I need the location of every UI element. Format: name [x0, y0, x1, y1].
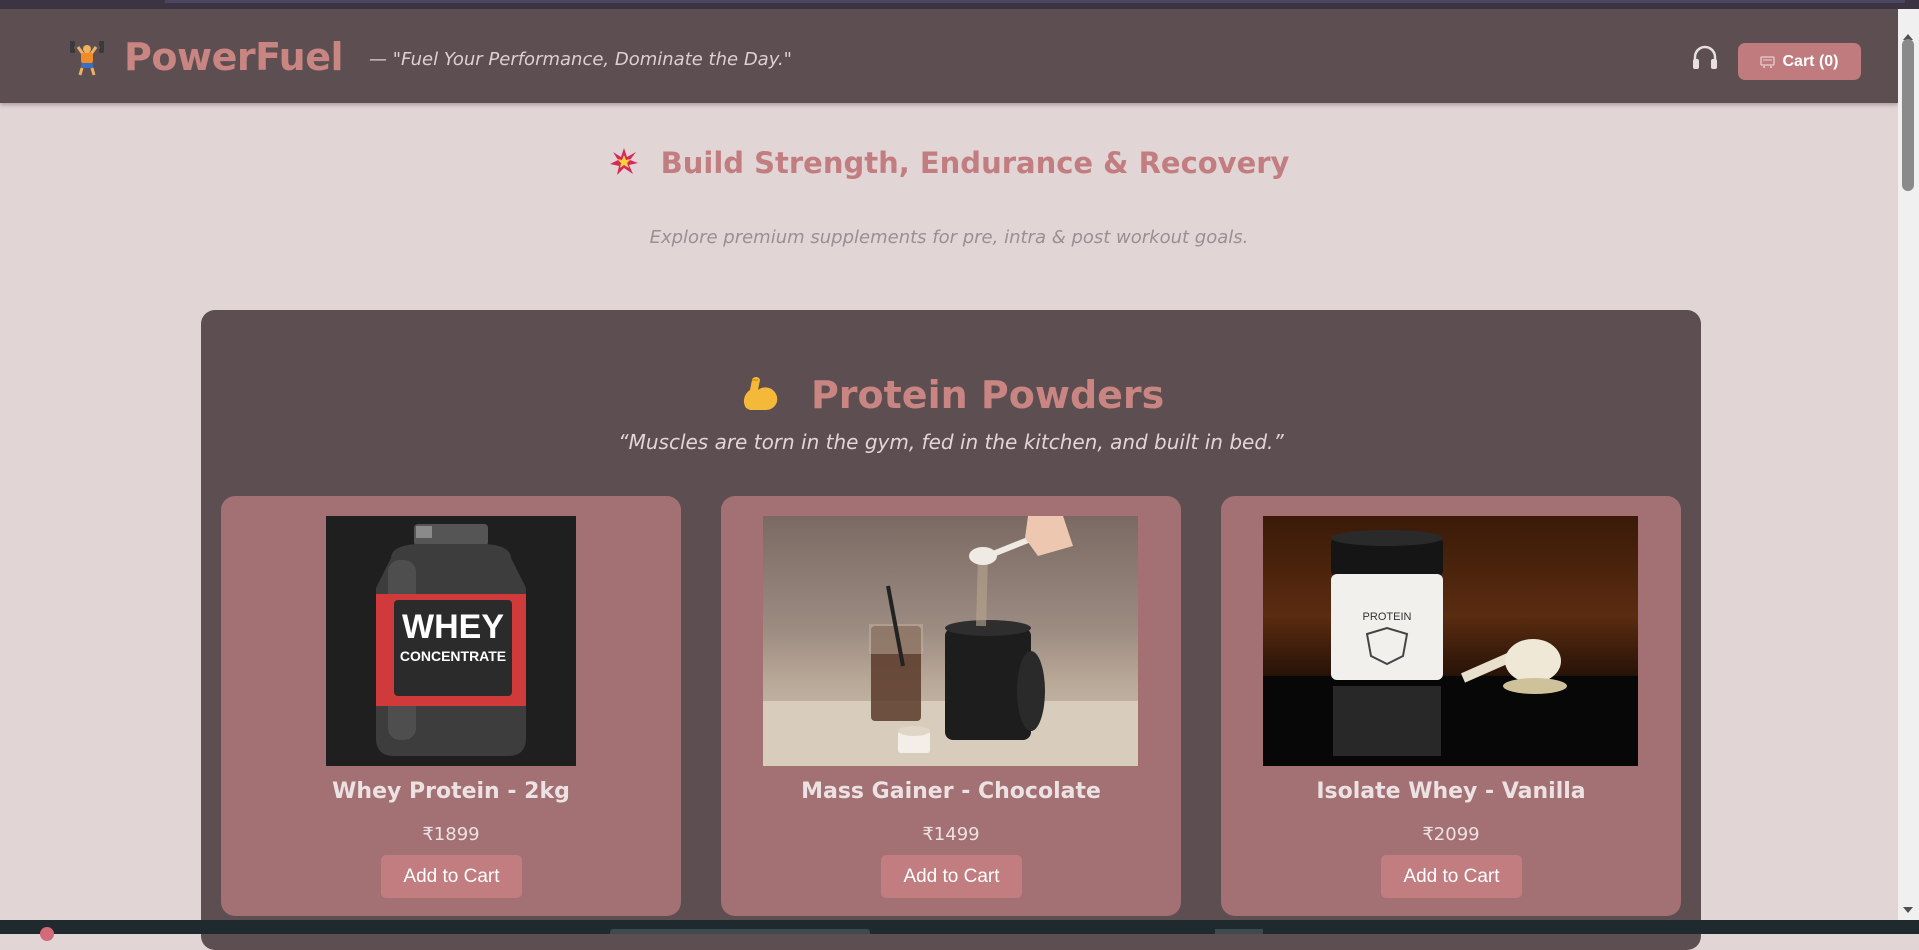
isolate-jar-photo: PROTEIN	[1263, 530, 1638, 766]
product-name[interactable]: Whey Protein - 2kg	[221, 779, 681, 804]
product-price: ₹2099	[1422, 824, 1480, 845]
whey-tub-image: WHEY CONCENTRATE	[376, 524, 526, 756]
site-header: PowerFuel — "Fuel Your Performance, Domi…	[0, 9, 1898, 103]
product-name[interactable]: Mass Gainer - Chocolate	[721, 779, 1181, 804]
cart-label: Cart (0)	[1782, 52, 1839, 70]
product-price: ₹1499	[922, 824, 980, 845]
protein-powders-section: Protein Powders “Muscles are torn in the…	[201, 310, 1701, 950]
taskbar-app-icon[interactable]	[40, 927, 54, 941]
product-image[interactable]: PROTEIN	[1263, 516, 1638, 766]
section-quote: “Muscles are torn in the gym, fed in the…	[618, 430, 1284, 454]
add-to-cart-button[interactable]: Add to Cart	[1381, 855, 1522, 898]
add-to-cart-button[interactable]: Add to Cart	[381, 855, 522, 898]
burst-icon	[609, 148, 638, 175]
taskbar-item[interactable]	[1215, 929, 1263, 934]
jar-label-protein: PROTEIN	[1363, 611, 1412, 623]
scrollbar-thumb[interactable]	[1902, 39, 1914, 191]
cart-icon	[1760, 55, 1776, 68]
product-name[interactable]: Isolate Whey - Vanilla	[1221, 779, 1681, 804]
product-card: Mass Gainer - Chocolate ₹1499 Add to Car…	[721, 496, 1181, 916]
brand-name[interactable]: PowerFuel	[124, 35, 344, 79]
headset-icon[interactable]	[1690, 43, 1720, 73]
tub-label-whey: WHEY	[402, 608, 504, 646]
browser-top-strip	[0, 0, 1919, 9]
add-to-cart-button[interactable]: Add to Cart	[881, 855, 1022, 898]
product-card: PROTEIN Isolate Whey - Vanilla ₹2099 Add…	[1221, 496, 1681, 916]
product-image[interactable]	[763, 516, 1138, 766]
tagline: — "Fuel Your Performance, Dominate the D…	[369, 49, 792, 70]
flexed-biceps-icon	[743, 377, 777, 410]
hero-title-text: Build Strength, Endurance & Recovery	[660, 146, 1290, 180]
taskbar-search[interactable]	[610, 929, 870, 934]
section-title-text: Protein Powders	[810, 373, 1165, 417]
page-scrollbar[interactable]	[1898, 9, 1919, 920]
product-card: WHEY CONCENTRATE Whey Protein - 2kg ₹189…	[221, 496, 681, 916]
tub-label-concentrate: CONCENTRATE	[400, 648, 506, 664]
hero-subtitle: Explore premium supplements for pre, int…	[649, 227, 1249, 248]
weightlifter-icon	[70, 41, 104, 76]
scroll-down-icon[interactable]	[1903, 907, 1913, 913]
product-image[interactable]: WHEY CONCENTRATE	[326, 516, 576, 766]
hero-title: Build Strength, Endurance & Recovery	[0, 146, 1898, 180]
os-taskbar	[0, 920, 1919, 941]
mass-gainer-photo	[763, 516, 1138, 766]
browser-highlight-line	[165, 0, 1905, 3]
cart-button[interactable]: Cart (0)	[1738, 43, 1861, 80]
section-title: Protein Powders	[201, 372, 1701, 417]
product-price: ₹1899	[422, 824, 480, 845]
